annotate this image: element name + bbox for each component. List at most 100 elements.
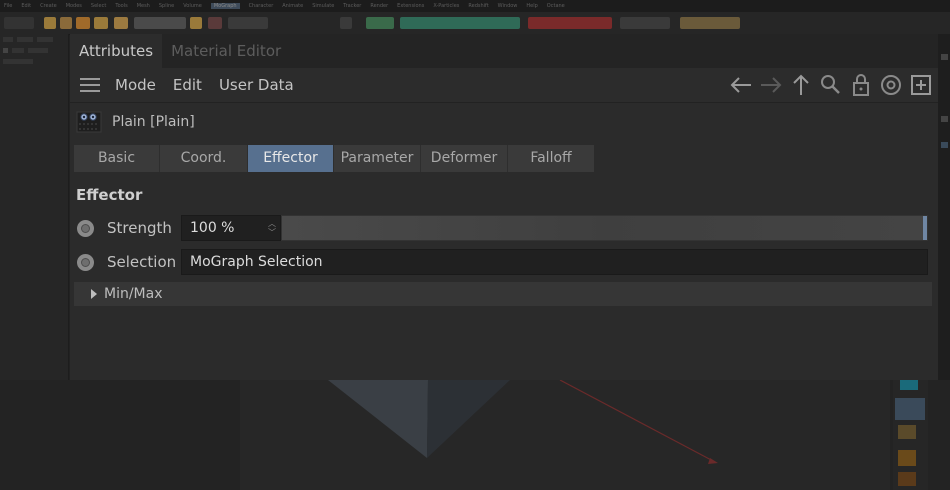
left-panel-row	[0, 56, 68, 67]
menubar-item[interactable]: Character	[249, 3, 274, 9]
chevron-down-icon[interactable]: ﹀	[268, 228, 276, 237]
menubar-item[interactable]: Tracker	[343, 3, 361, 9]
selection-value: MoGraph Selection	[190, 254, 323, 270]
toolbar-icon[interactable]	[340, 17, 352, 29]
selection-label: Selection	[107, 253, 177, 271]
toolbar-icon[interactable]	[898, 450, 916, 466]
app-window: File Edit Create Modes Select Tools Mesh Spline…	[0, 0, 950, 490]
menubar-item[interactable]: Animate	[282, 3, 303, 9]
viewport-right-toolbar	[893, 380, 928, 490]
attribute-subtabs: Basic Coord. Effector Parameter Deformer…	[74, 145, 594, 172]
subtab-deformer[interactable]: Deformer	[421, 145, 508, 172]
left-panel-row	[0, 34, 68, 45]
expand-triangle-icon[interactable]	[91, 289, 97, 299]
menubar-item[interactable]: Tools	[115, 3, 127, 9]
arrow-up-icon[interactable]	[788, 72, 814, 98]
viewport-3d[interactable]	[0, 380, 950, 490]
strength-input[interactable]: 100 % ︿ ﹀	[181, 215, 281, 241]
toolbar-icon[interactable]	[44, 17, 56, 29]
lock-icon[interactable]	[848, 72, 874, 98]
toolbar-axis-group[interactable]	[134, 17, 186, 29]
menubar-item[interactable]: Window	[498, 3, 518, 9]
param-row-selection: Selection MoGraph Selection	[70, 248, 938, 276]
menubar-item[interactable]: Render	[370, 3, 388, 9]
strength-value: 100 %	[190, 220, 235, 236]
right-side-strip	[938, 34, 950, 380]
strength-stepper[interactable]: ︿ ﹀	[268, 219, 276, 237]
toolbar-icon[interactable]	[895, 398, 925, 420]
menubar-item[interactable]: Volume	[183, 3, 202, 9]
menubar-item[interactable]: Octane	[547, 3, 565, 9]
toolbar-icon[interactable]	[208, 17, 222, 29]
viewport-scene	[240, 380, 890, 490]
toolbar-icon[interactable]	[898, 425, 916, 439]
left-panel-row	[0, 45, 68, 56]
search-icon[interactable]	[818, 72, 844, 98]
param-row-strength: Strength 100 % ︿ ﹀	[70, 214, 938, 242]
toolbar-deformers-group[interactable]	[528, 17, 612, 29]
subtab-effector[interactable]: Effector	[248, 145, 334, 172]
subtab-coord[interactable]: Coord.	[160, 145, 248, 172]
panel-tab-bar: Attributes Material Editor	[70, 34, 938, 68]
menu-mode[interactable]: Mode	[115, 76, 156, 94]
toolbar-icon[interactable]	[620, 17, 670, 29]
toolbar-icon[interactable]	[228, 17, 268, 29]
group-min-max-label: Min/Max	[104, 286, 163, 302]
subtab-falloff[interactable]: Falloff	[508, 145, 594, 172]
toolbar-group[interactable]	[4, 17, 34, 29]
object-manager-panel	[0, 34, 69, 380]
group-min-max[interactable]: Min/Max	[74, 282, 932, 306]
plain-effector-icon	[76, 110, 104, 134]
toolbar-render-group[interactable]	[680, 17, 740, 29]
menu-edit[interactable]: Edit	[173, 76, 202, 94]
attributes-menu-bar: Mode Edit User Data	[70, 68, 938, 103]
new-panel-icon[interactable]	[908, 72, 934, 98]
animation-keyframe-radio[interactable]	[77, 253, 94, 271]
menubar-item[interactable]: X-Particles	[433, 3, 459, 9]
menubar-item[interactable]: Spline	[159, 3, 174, 9]
toolbar-generators-group[interactable]	[400, 17, 520, 29]
strength-slider-fill	[282, 216, 927, 240]
arrow-left-icon[interactable]	[728, 72, 754, 98]
menu-user-data[interactable]: User Data	[219, 76, 294, 94]
menubar-item[interactable]: Mesh	[137, 3, 150, 9]
menubar-item[interactable]: Modes	[66, 3, 82, 9]
toolbar-icon[interactable]	[898, 472, 916, 486]
strength-label: Strength	[107, 219, 172, 237]
menubar-item[interactable]: Help	[526, 3, 537, 9]
section-title: Effector	[76, 186, 143, 204]
hamburger-menu-icon[interactable]	[80, 78, 100, 92]
toolbar-icon[interactable]	[60, 17, 72, 29]
toolbar-icon[interactable]	[900, 380, 918, 390]
menubar-item[interactable]: Edit	[21, 3, 31, 9]
subtab-parameter[interactable]: Parameter	[334, 145, 421, 172]
menubar-item[interactable]: Extensions	[397, 3, 424, 9]
toolbar-icon[interactable]	[190, 17, 202, 29]
animation-keyframe-radio[interactable]	[77, 219, 94, 237]
subtab-basic[interactable]: Basic	[74, 145, 160, 172]
menubar-item[interactable]: Simulate	[312, 3, 334, 9]
object-name: Plain [Plain]	[112, 114, 195, 130]
attributes-manager: Attributes Material Editor Mode Edit Use…	[70, 34, 938, 380]
menubar-item[interactable]: Create	[40, 3, 57, 9]
tab-material-editor[interactable]: Material Editor	[162, 34, 290, 68]
main-menubar: File Edit Create Modes Select Tools Mesh Spline…	[0, 0, 950, 12]
toolbar-icon[interactable]	[76, 17, 90, 29]
selection-field[interactable]: MoGraph Selection	[181, 249, 928, 275]
nav-icon-group	[728, 68, 934, 102]
toolbar-icon[interactable]	[114, 17, 128, 29]
target-icon[interactable]	[878, 72, 904, 98]
chevron-up-icon[interactable]: ︿	[268, 219, 276, 228]
toolbar-icon[interactable]	[94, 17, 108, 29]
tab-attributes[interactable]: Attributes	[70, 34, 163, 68]
menubar-item[interactable]: File	[4, 3, 12, 9]
arrow-right-icon[interactable]	[758, 72, 784, 98]
toolbar-icon[interactable]	[366, 17, 394, 29]
menubar-item[interactable]: MoGraph	[210, 3, 240, 9]
main-toolbar	[0, 12, 950, 35]
strength-slider-handle[interactable]	[923, 216, 927, 240]
menubar-item[interactable]: Redshift	[468, 3, 488, 9]
menubar-item[interactable]: Select	[91, 3, 106, 9]
object-header: Plain [Plain]	[70, 107, 938, 137]
strength-slider[interactable]	[281, 215, 928, 241]
